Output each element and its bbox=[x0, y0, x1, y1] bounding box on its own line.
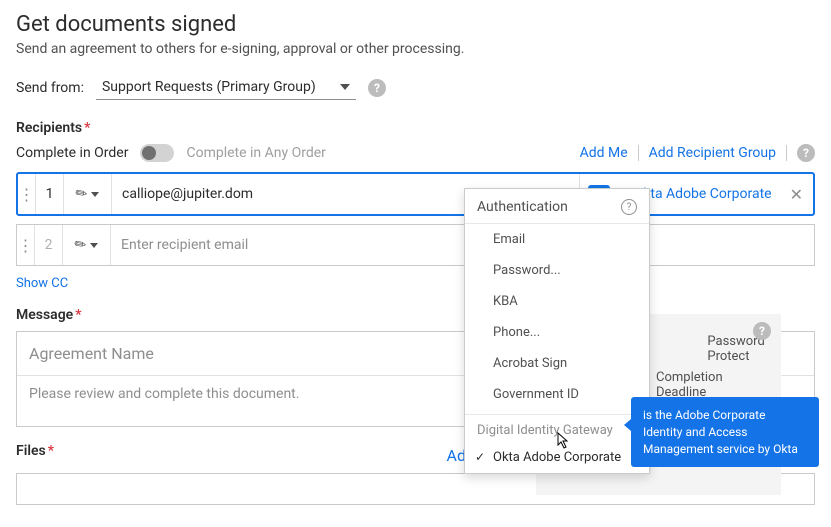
send-from-value: Support Requests (Primary Group) bbox=[102, 79, 316, 95]
show-cc-link[interactable]: Show CC bbox=[16, 276, 815, 291]
drag-handle-icon[interactable]: ⋮ bbox=[17, 225, 35, 265]
files-label: Files bbox=[16, 443, 54, 459]
auth-gateway-label: Digital Identity Gateway bbox=[465, 414, 649, 442]
tooltip: is the Adobe Corporate Identity and Acce… bbox=[631, 397, 819, 467]
auth-option-okta[interactable]: Okta Adobe Corporate bbox=[465, 442, 649, 473]
caret-down-icon bbox=[340, 84, 350, 90]
auth-menu: Authentication ? Email Password... KBA P… bbox=[464, 188, 650, 474]
auth-option-acrobat-sign[interactable]: Acrobat Sign bbox=[465, 348, 649, 379]
recipient-email-field[interactable]: Enter recipient email bbox=[111, 225, 814, 265]
caret-down-icon bbox=[90, 243, 98, 248]
help-icon[interactable]: ? bbox=[368, 79, 386, 97]
help-icon[interactable]: ? bbox=[753, 322, 771, 340]
pen-icon: ✎ bbox=[71, 235, 90, 255]
help-icon[interactable]: ? bbox=[797, 144, 815, 162]
complete-any-order-label: Complete in Any Order bbox=[186, 145, 325, 161]
completion-deadline-label: Completion Deadline bbox=[656, 370, 767, 400]
divider bbox=[786, 145, 787, 161]
recipient-email-value: calliope@jupiter.dom bbox=[122, 186, 253, 202]
clear-recipient-button[interactable]: ✕ bbox=[780, 185, 813, 204]
add-recipient-group-link[interactable]: Add Recipient Group bbox=[649, 145, 776, 161]
role-dropdown[interactable]: ✎ bbox=[64, 174, 112, 214]
drag-handle-icon[interactable]: ⋮ bbox=[18, 174, 36, 214]
auth-option-phone[interactable]: Phone... bbox=[465, 317, 649, 348]
auth-option-government-id[interactable]: Government ID bbox=[465, 379, 649, 410]
auth-label: Okta Adobe Corporate bbox=[634, 186, 772, 202]
send-from-label: Send from: bbox=[16, 80, 84, 96]
recipient-row[interactable]: ⋮ 1 ✎ calliope@jupiter.dom Okta Adobe Co… bbox=[16, 172, 815, 216]
order-toggle[interactable] bbox=[140, 144, 174, 162]
complete-in-order-label: Complete in Order bbox=[16, 145, 128, 161]
page-subtitle: Send an agreement to others for e-signin… bbox=[16, 41, 815, 57]
role-dropdown[interactable]: ✎ bbox=[63, 225, 111, 265]
divider bbox=[638, 145, 639, 161]
add-me-link[interactable]: Add Me bbox=[580, 145, 628, 161]
caret-down-icon bbox=[91, 192, 99, 197]
auth-option-kba[interactable]: KBA bbox=[465, 286, 649, 317]
recipient-number: 1 bbox=[36, 174, 64, 214]
send-from-dropdown[interactable]: Support Requests (Primary Group) bbox=[96, 75, 356, 100]
recipient-email-placeholder: Enter recipient email bbox=[121, 237, 248, 253]
recipient-row[interactable]: ⋮ 2 ✎ Enter recipient email bbox=[16, 224, 815, 266]
auth-option-email[interactable]: Email bbox=[465, 224, 649, 255]
recipients-label: Recipients bbox=[16, 120, 815, 136]
auth-menu-header: Authentication bbox=[477, 199, 568, 215]
recipient-number: 2 bbox=[35, 225, 63, 265]
auth-option-password[interactable]: Password... bbox=[465, 255, 649, 286]
help-icon[interactable]: ? bbox=[621, 199, 637, 215]
pen-icon: ✎ bbox=[72, 184, 91, 204]
page-title: Get documents signed bbox=[16, 12, 815, 37]
